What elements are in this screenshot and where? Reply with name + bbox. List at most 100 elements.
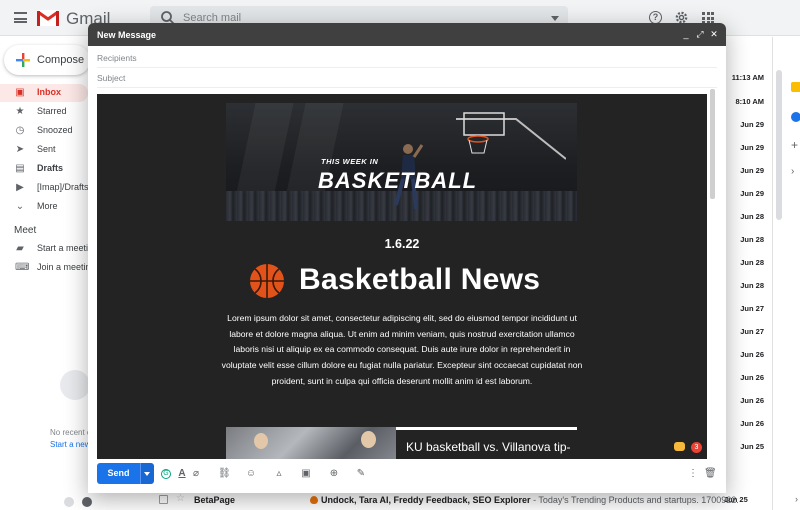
grammarly-icon[interactable]: G	[161, 469, 171, 479]
formatting-icon[interactable]: A	[176, 468, 188, 480]
plus-icon	[16, 53, 30, 67]
compose-toolbar: Send G A ⌀ ⛓ ☺ ▵ ▣ ⊕ ✎ ⋮ 🗑	[88, 459, 726, 493]
keep-icon[interactable]	[791, 82, 800, 92]
side-panel-chevron-icon[interactable]: ›	[791, 167, 800, 177]
main-menu-icon[interactable]	[14, 12, 27, 23]
hangouts-person-icon[interactable]	[64, 497, 74, 507]
meet-heading: Meet	[14, 225, 37, 236]
article-image	[226, 427, 396, 459]
sidebar-item-label: More	[37, 201, 58, 211]
compose-header[interactable]: New Message _ ⤢ ✕	[88, 23, 726, 46]
mail-row-betapage[interactable]: ☆ BetaPage Undock, Tara AI, Freddy Feedb…	[88, 491, 798, 510]
keyboard-icon: ⌨	[15, 262, 30, 273]
row-snippet: - Today's Trending Products and startups…	[530, 495, 738, 505]
sidebar-item-label: Snoozed	[37, 125, 73, 135]
article-image-person	[361, 431, 376, 448]
sidebar-item-label: Join a meeting	[37, 262, 96, 272]
tasks-icon[interactable]	[791, 112, 800, 122]
sidebar-item-label: Sent	[37, 144, 56, 154]
attach-icon[interactable]: ⌀	[190, 468, 202, 480]
emoji-icon[interactable]: ☺	[245, 468, 257, 480]
suggestion-count-badge[interactable]: 3	[691, 442, 702, 453]
more-options-icon[interactable]: ⋮	[687, 468, 699, 480]
newsletter-date: 1.6.22	[384, 237, 420, 251]
newsletter-heading: Basketball News	[299, 263, 541, 296]
lock-clock-icon[interactable]: ⊕	[328, 468, 340, 480]
row-star-icon[interactable]: ☆	[176, 493, 185, 504]
search-options-icon[interactable]	[551, 16, 559, 21]
sidebar-item-inbox[interactable]: ▣ Inbox	[0, 84, 88, 102]
mail-date: Jun 25	[740, 442, 764, 451]
mail-date: 8:10 AM	[735, 97, 764, 106]
chevron-down-icon: ⌄	[15, 201, 25, 212]
photo-icon[interactable]: ▣	[300, 468, 312, 480]
subject-field[interactable]: Subject	[97, 73, 125, 83]
row-subject-text: Undock, Tara AI, Freddy Feedback, SEO Ex…	[321, 495, 531, 505]
mail-date: Jun 29	[740, 189, 764, 198]
draft-icon: ▤	[15, 163, 25, 174]
message-body[interactable]: THIS WEEK IN BASKETBALL 1.6.22 Basketbal…	[97, 94, 707, 459]
trash-icon[interactable]: 🗑	[704, 468, 717, 480]
compose-button[interactable]: Compose	[4, 45, 90, 75]
row-sender: BetaPage	[194, 495, 236, 505]
sidebar-item-start-meeting[interactable]: ▰ Start a meeting	[0, 240, 98, 258]
sidebar-item-sent[interactable]: ➤ Sent	[0, 141, 88, 159]
body-scrollbar[interactable]	[710, 89, 715, 199]
compose-window: New Message _ ⤢ ✕ Recipients Subject THI…	[88, 23, 726, 493]
basketball-hoop-icon	[456, 112, 566, 160]
basketball-icon	[250, 264, 284, 298]
hangouts-chat-icon[interactable]	[82, 497, 92, 507]
mail-date: Jun 27	[740, 304, 764, 313]
sidebar-item-label: Drafts	[37, 163, 64, 173]
sidebar-item-snoozed[interactable]: ◷ Snoozed	[0, 122, 88, 140]
mail-date: 11:13 AM	[731, 73, 764, 82]
row-date: Jun 25	[724, 495, 748, 504]
video-icon: ▰	[16, 243, 24, 254]
divider	[97, 67, 717, 68]
sidebar-item-more[interactable]: ⌄ More	[0, 198, 88, 216]
grammarly-reaction-icon[interactable]	[674, 442, 685, 451]
mail-date: Jun 28	[740, 212, 764, 221]
start-new-chat-link[interactable]: Start a new	[50, 440, 90, 449]
mail-date: Jun 27	[740, 327, 764, 336]
banner-title: BASKETBALL	[318, 168, 478, 193]
mail-date: Jun 26	[740, 350, 764, 359]
recipients-field[interactable]: Recipients	[97, 53, 137, 63]
compose-label: Compose	[37, 54, 85, 66]
mail-date: Jun 26	[740, 373, 764, 382]
fullscreen-icon[interactable]: ⤢	[695, 29, 705, 39]
gmail-logo-icon[interactable]	[37, 10, 59, 26]
mail-date: Jun 26	[740, 419, 764, 428]
mail-date: Jun 28	[740, 235, 764, 244]
sidebar-item-label: Inbox	[37, 87, 61, 97]
link-icon[interactable]: ⛓	[218, 468, 231, 480]
divider	[97, 87, 717, 88]
sidebar-item-label: Starred	[37, 106, 67, 116]
banner-decoration	[236, 103, 294, 193]
article-image-person	[254, 433, 268, 449]
banner-subtitle: THIS WEEK IN	[321, 157, 379, 166]
close-icon[interactable]: ✕	[709, 29, 719, 39]
newsletter-paragraph: Lorem ipsum dolor sit amet, consectetur …	[221, 313, 583, 386]
article-card[interactable]: KU basketball vs. Villanova tip-	[396, 427, 577, 459]
sidebar-item-label: [Imap]/Drafts	[37, 182, 89, 192]
drive-icon[interactable]: ▵	[273, 468, 285, 480]
mail-list-scrollbar[interactable]	[776, 70, 782, 220]
inbox-icon: ▣	[15, 87, 25, 98]
sidebar-item-starred[interactable]: ★ Starred	[0, 103, 88, 121]
sidebar-item-join-meeting[interactable]: ⌨ Join a meeting	[0, 259, 96, 277]
star-icon: ★	[15, 106, 25, 117]
row-checkbox[interactable]	[159, 495, 168, 504]
compose-title: New Message	[97, 30, 157, 40]
row-subject: Undock, Tara AI, Freddy Feedback, SEO Ex…	[310, 495, 738, 505]
minimize-icon[interactable]: _	[681, 29, 691, 39]
sidebar-item-imap-drafts[interactable]: ▶ [Imap]/Drafts	[0, 179, 88, 197]
mail-date: Jun 29	[740, 143, 764, 152]
signature-icon[interactable]: ✎	[355, 468, 367, 480]
side-panel-collapse-icon[interactable]: ›	[795, 494, 798, 504]
send-button[interactable]: Send	[97, 463, 140, 484]
add-addon-icon[interactable]: +	[791, 139, 800, 151]
send-options-button[interactable]	[140, 463, 154, 484]
sidebar-item-drafts[interactable]: ▤ Drafts	[0, 160, 88, 178]
send-icon: ➤	[15, 144, 25, 155]
